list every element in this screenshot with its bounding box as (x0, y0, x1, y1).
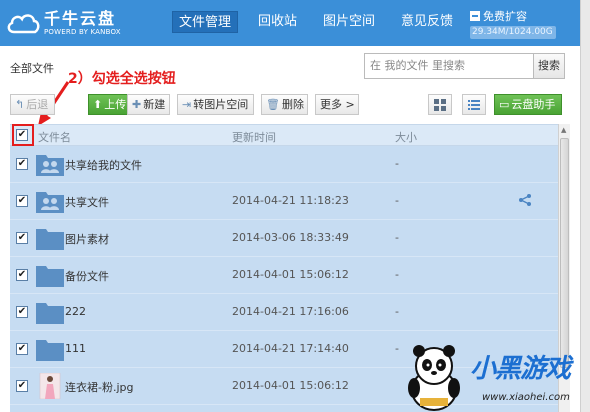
file-time: 2014-04-01 15:06:12 (232, 268, 349, 281)
watermark-brand: 小黑游戏 (470, 354, 571, 384)
more-button[interactable]: 更多 > (315, 94, 359, 115)
delete-label: 删除 (281, 98, 304, 111)
monitor-icon: ▭ (499, 98, 510, 111)
free-expand-link[interactable]: 免费扩容 (470, 8, 527, 24)
row-checkbox[interactable]: ✔ (16, 269, 28, 281)
grid-view-icon (434, 98, 446, 111)
scrollbar-thumb[interactable] (560, 138, 569, 368)
new-folder-button[interactable]: ✚ 新建 (127, 94, 170, 115)
file-time: 2014-03-06 18:33:49 (232, 231, 349, 244)
to-image-space-label: 转图片空间 (193, 98, 249, 111)
search-input[interactable]: 在 我的文件 里搜索 (364, 53, 534, 79)
watermark: 小黑游戏 www.xiaohei.com (398, 340, 588, 412)
file-name[interactable]: 共享文件 (65, 194, 109, 210)
transfer-icon: ⇥ (182, 98, 192, 111)
file-name[interactable]: 连衣裙-粉.jpg (65, 379, 134, 395)
row-checkbox[interactable]: ✔ (16, 232, 28, 244)
file-size: - (395, 194, 399, 207)
folder-icon (36, 340, 64, 361)
nav-file-manage[interactable]: 文件管理 (172, 11, 239, 33)
delete-button[interactable]: 🗑 删除 (261, 94, 308, 115)
file-size: - (395, 231, 399, 244)
annotation-highlight-box (12, 124, 34, 146)
panda-mascot-icon (408, 345, 460, 411)
table-header: ✔ 文件名 更新时间 大小 (10, 124, 570, 146)
upload-button[interactable]: ⬆ 上传 (88, 94, 128, 115)
search-button[interactable]: 搜索 (533, 53, 565, 79)
folder-icon (36, 266, 64, 287)
row-checkbox[interactable]: ✔ (16, 380, 28, 392)
share-icon[interactable] (518, 193, 532, 207)
list-view-button[interactable] (462, 94, 486, 115)
breadcrumb[interactable]: 全部文件 (10, 60, 54, 76)
back-button[interactable]: ↰ 后退 (10, 94, 55, 115)
plus-square-icon (470, 11, 480, 21)
file-name[interactable]: 共享给我的文件 (65, 157, 142, 173)
file-name[interactable]: 图片素材 (65, 231, 109, 247)
main-nav: 文件管理 回收站 图片空间 意见反馈 (172, 11, 473, 33)
upload-icon: ⬆ (93, 98, 103, 111)
table-row[interactable]: ✔ 共享文件 2014-04-21 11:18:23 - (10, 183, 558, 220)
table-row[interactable]: ✔ 备份文件 2014-04-01 15:06:12 - (10, 257, 558, 294)
logo-subtitle: POWERD BY KANBOX (44, 27, 121, 36)
file-time: 2014-04-21 17:14:40 (232, 342, 349, 355)
folder-icon (36, 303, 64, 324)
cloud-helper-button[interactable]: ▭ 云盘助手 (494, 94, 562, 115)
back-label: 后退 (26, 98, 49, 111)
cloud-logo-icon (7, 14, 40, 34)
file-time: 2014-04-01 15:06:12 (232, 379, 349, 392)
file-time: 2014-04-21 17:16:06 (232, 305, 349, 318)
file-name[interactable]: 111 (65, 342, 86, 355)
app-header: 千牛云盘 POWERD BY KANBOX 文件管理 回收站 图片空间 意见反馈… (0, 0, 580, 46)
logo-title: 千牛云盘 (44, 8, 117, 28)
new-folder-label: 新建 (143, 98, 166, 111)
table-row[interactable]: ✔ 222 2014-04-21 17:16:06 - (10, 294, 558, 331)
nav-feedback[interactable]: 意见反馈 (395, 11, 459, 33)
shared-folder-icon (36, 192, 64, 213)
row-checkbox[interactable]: ✔ (16, 306, 28, 318)
file-size: - (395, 305, 399, 318)
helper-label: 云盘助手 (511, 98, 556, 111)
watermark-url: www.xiaohei.com (482, 392, 570, 403)
file-name[interactable]: 222 (65, 305, 86, 318)
file-name[interactable]: 备份文件 (65, 268, 109, 284)
annotation-text: 2）勾选全选按钮 (68, 71, 176, 87)
file-size: - (395, 157, 399, 170)
storage-quota: 29.34M/1024.00G (470, 26, 556, 39)
row-checkbox[interactable]: ✔ (16, 158, 28, 170)
file-time: 2014-04-21 11:18:23 (232, 194, 349, 207)
file-size: - (395, 268, 399, 281)
folder-icon (36, 229, 64, 250)
column-size[interactable]: 大小 (395, 129, 417, 145)
list-view-icon (468, 99, 480, 110)
image-thumbnail-icon (39, 373, 61, 399)
plus-icon: ✚ (132, 98, 142, 111)
to-image-space-button[interactable]: ⇥ 转图片空间 (177, 94, 254, 115)
nav-recycle-bin[interactable]: 回收站 (252, 11, 303, 33)
table-row[interactable]: ✔ 共享给我的文件 - (10, 146, 558, 183)
column-time[interactable]: 更新时间 (232, 129, 276, 145)
upload-label: 上传 (104, 98, 127, 111)
scroll-up-icon[interactable]: ▲ (561, 126, 566, 134)
row-checkbox[interactable]: ✔ (16, 195, 28, 207)
back-arrow-icon: ↰ (15, 98, 25, 111)
row-checkbox[interactable]: ✔ (16, 343, 28, 355)
nav-image-space[interactable]: 图片空间 (317, 11, 381, 33)
logo: 千牛云盘 POWERD BY KANBOX (6, 5, 121, 41)
table-row[interactable]: ✔ 图片素材 2014-03-06 18:33:49 - (10, 220, 558, 257)
shared-folder-icon (36, 155, 64, 176)
expand-label: 免费扩容 (483, 10, 527, 23)
column-name[interactable]: 文件名 (38, 129, 71, 145)
trash-icon: 🗑 (266, 98, 280, 111)
grid-view-button[interactable] (428, 94, 452, 115)
